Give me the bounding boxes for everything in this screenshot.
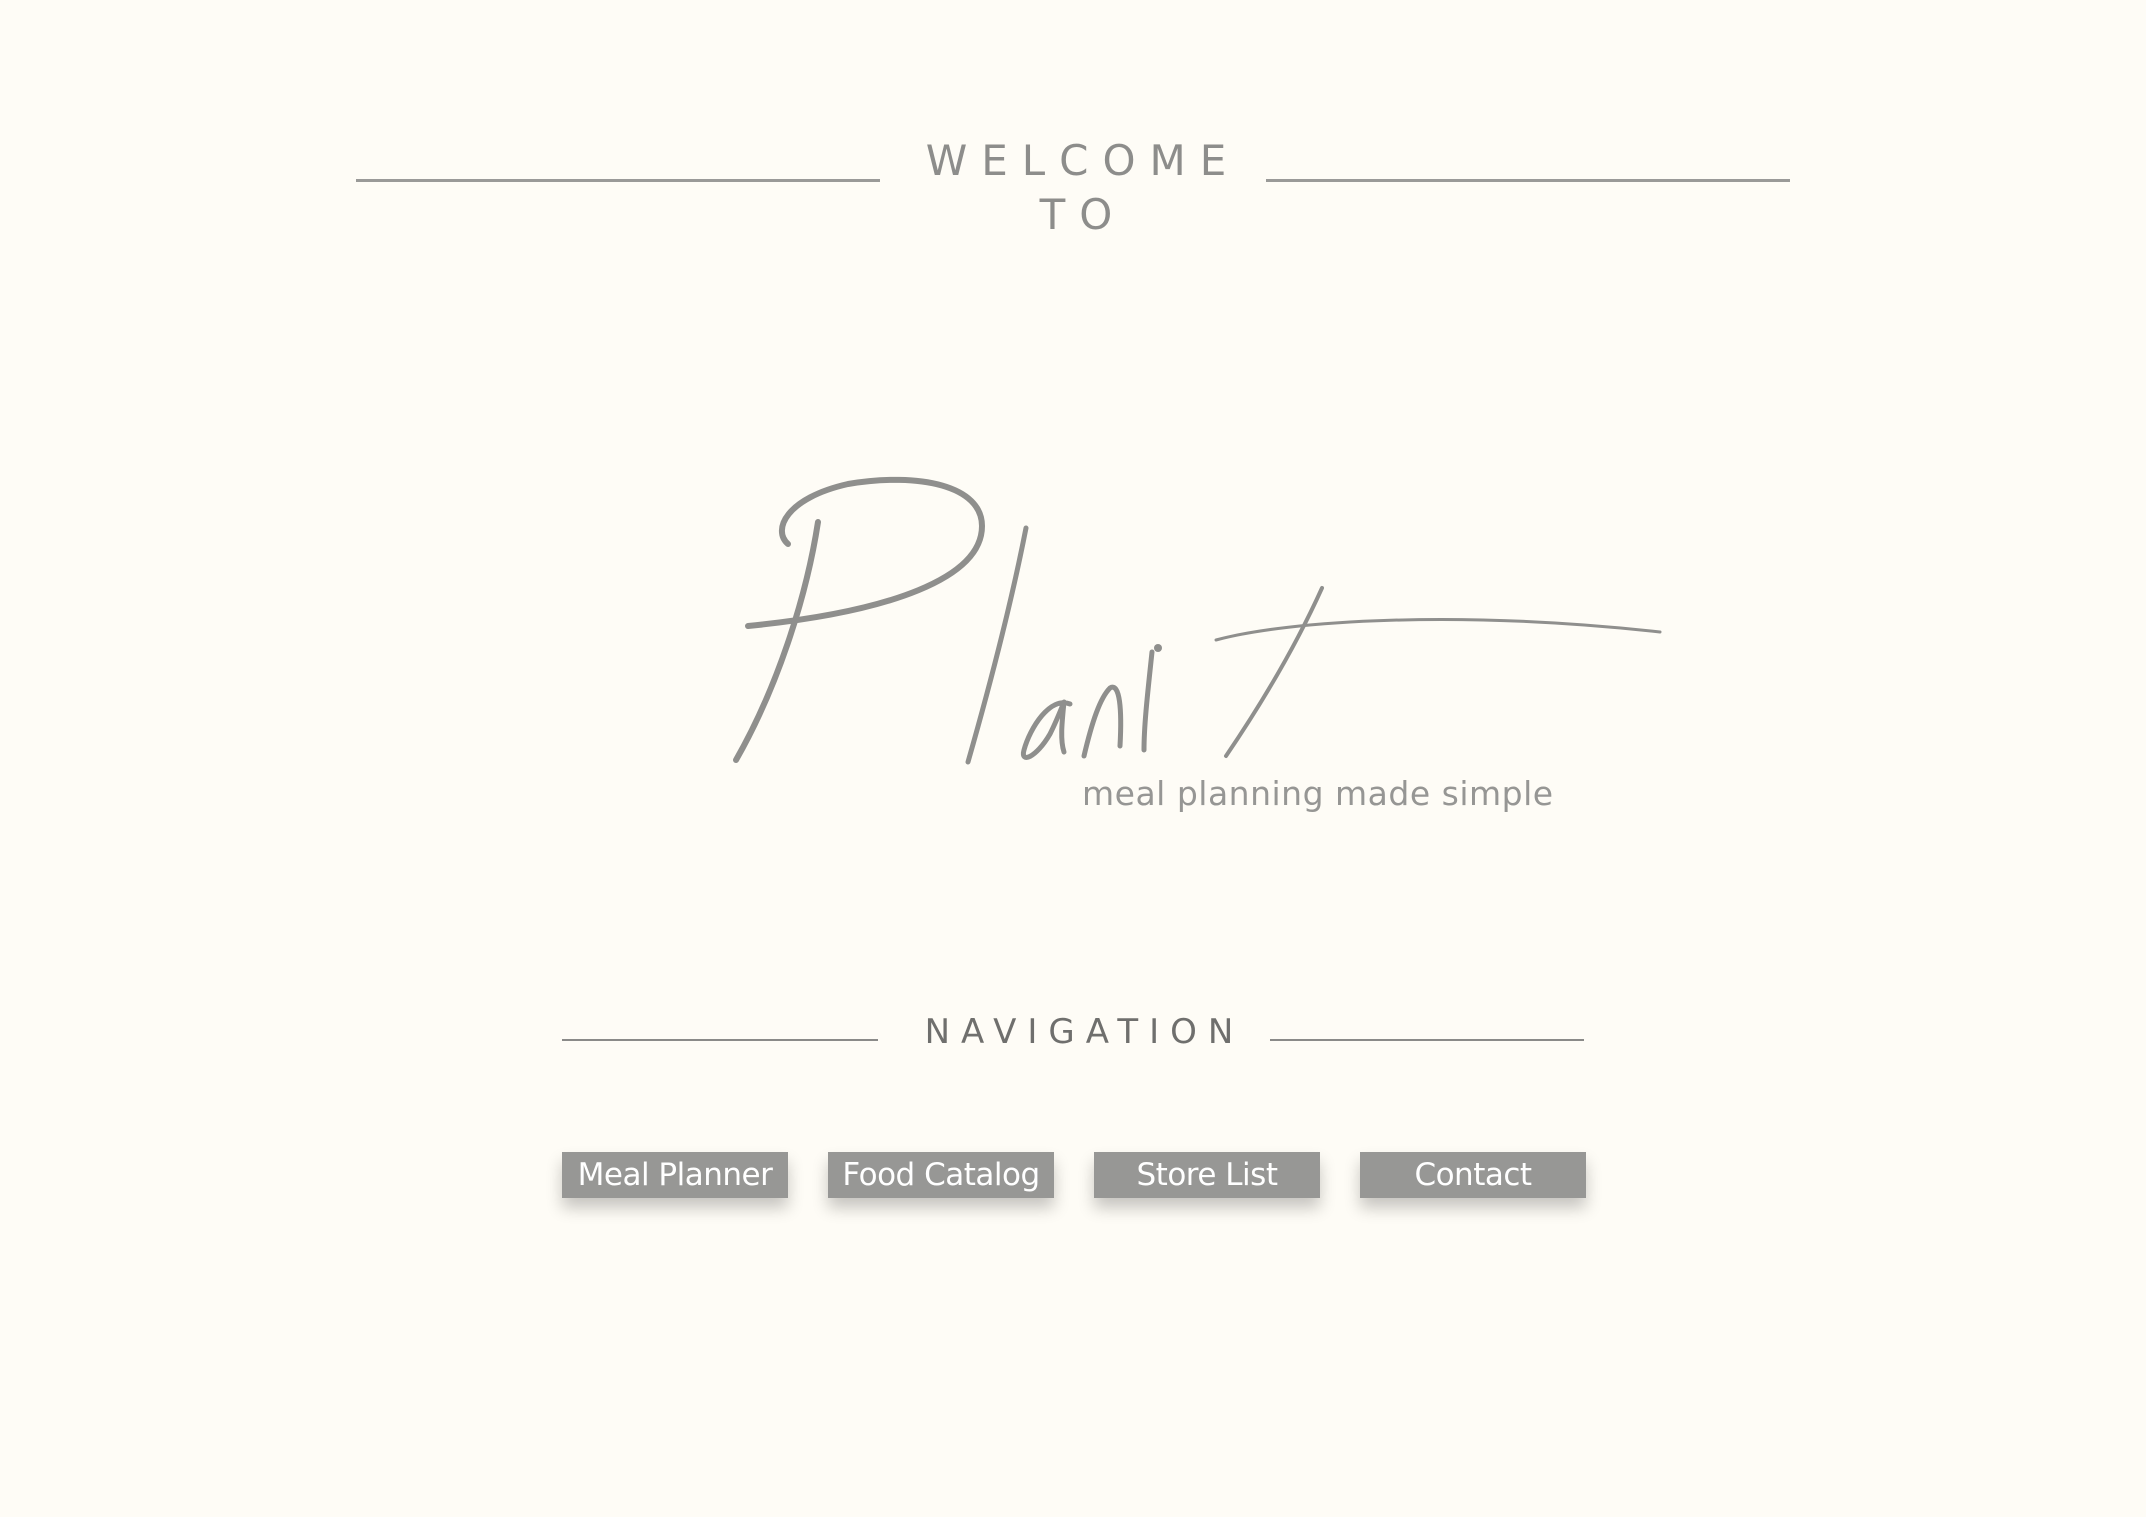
welcome-rule-left bbox=[356, 179, 880, 182]
logo-i-stroke bbox=[1141, 649, 1155, 753]
planit-logo bbox=[733, 476, 1662, 765]
logo-n-stroke bbox=[1081, 684, 1124, 759]
logo-i-dot bbox=[1154, 644, 1162, 652]
logo-t-stem bbox=[1224, 586, 1324, 758]
welcome-rule-right bbox=[1266, 179, 1790, 182]
logo-l-stroke bbox=[965, 525, 1029, 765]
logo-t-crossbar bbox=[1214, 618, 1662, 642]
navigation-bar: Meal Planner Food Catalog Store List Con… bbox=[562, 1152, 1586, 1198]
welcome-line-1: WELCOME bbox=[925, 136, 1241, 185]
logo-p-loop bbox=[745, 476, 985, 629]
logo-a-stroke bbox=[1020, 699, 1073, 760]
store-list-button[interactable]: Store List bbox=[1094, 1152, 1320, 1198]
welcome-heading: WELCOME TO bbox=[856, 134, 1296, 242]
contact-button[interactable]: Contact bbox=[1360, 1152, 1586, 1198]
navigation-heading: NAVIGATION bbox=[924, 1012, 1245, 1052]
nav-rule-right bbox=[1270, 1039, 1584, 1041]
welcome-line-2: TO bbox=[1039, 190, 1127, 239]
logo-p-stem bbox=[733, 519, 821, 763]
tagline: meal planning made simple bbox=[1082, 774, 1554, 813]
food-catalog-button[interactable]: Food Catalog bbox=[828, 1152, 1054, 1198]
meal-planner-button[interactable]: Meal Planner bbox=[562, 1152, 788, 1198]
nav-rule-left bbox=[562, 1039, 878, 1041]
